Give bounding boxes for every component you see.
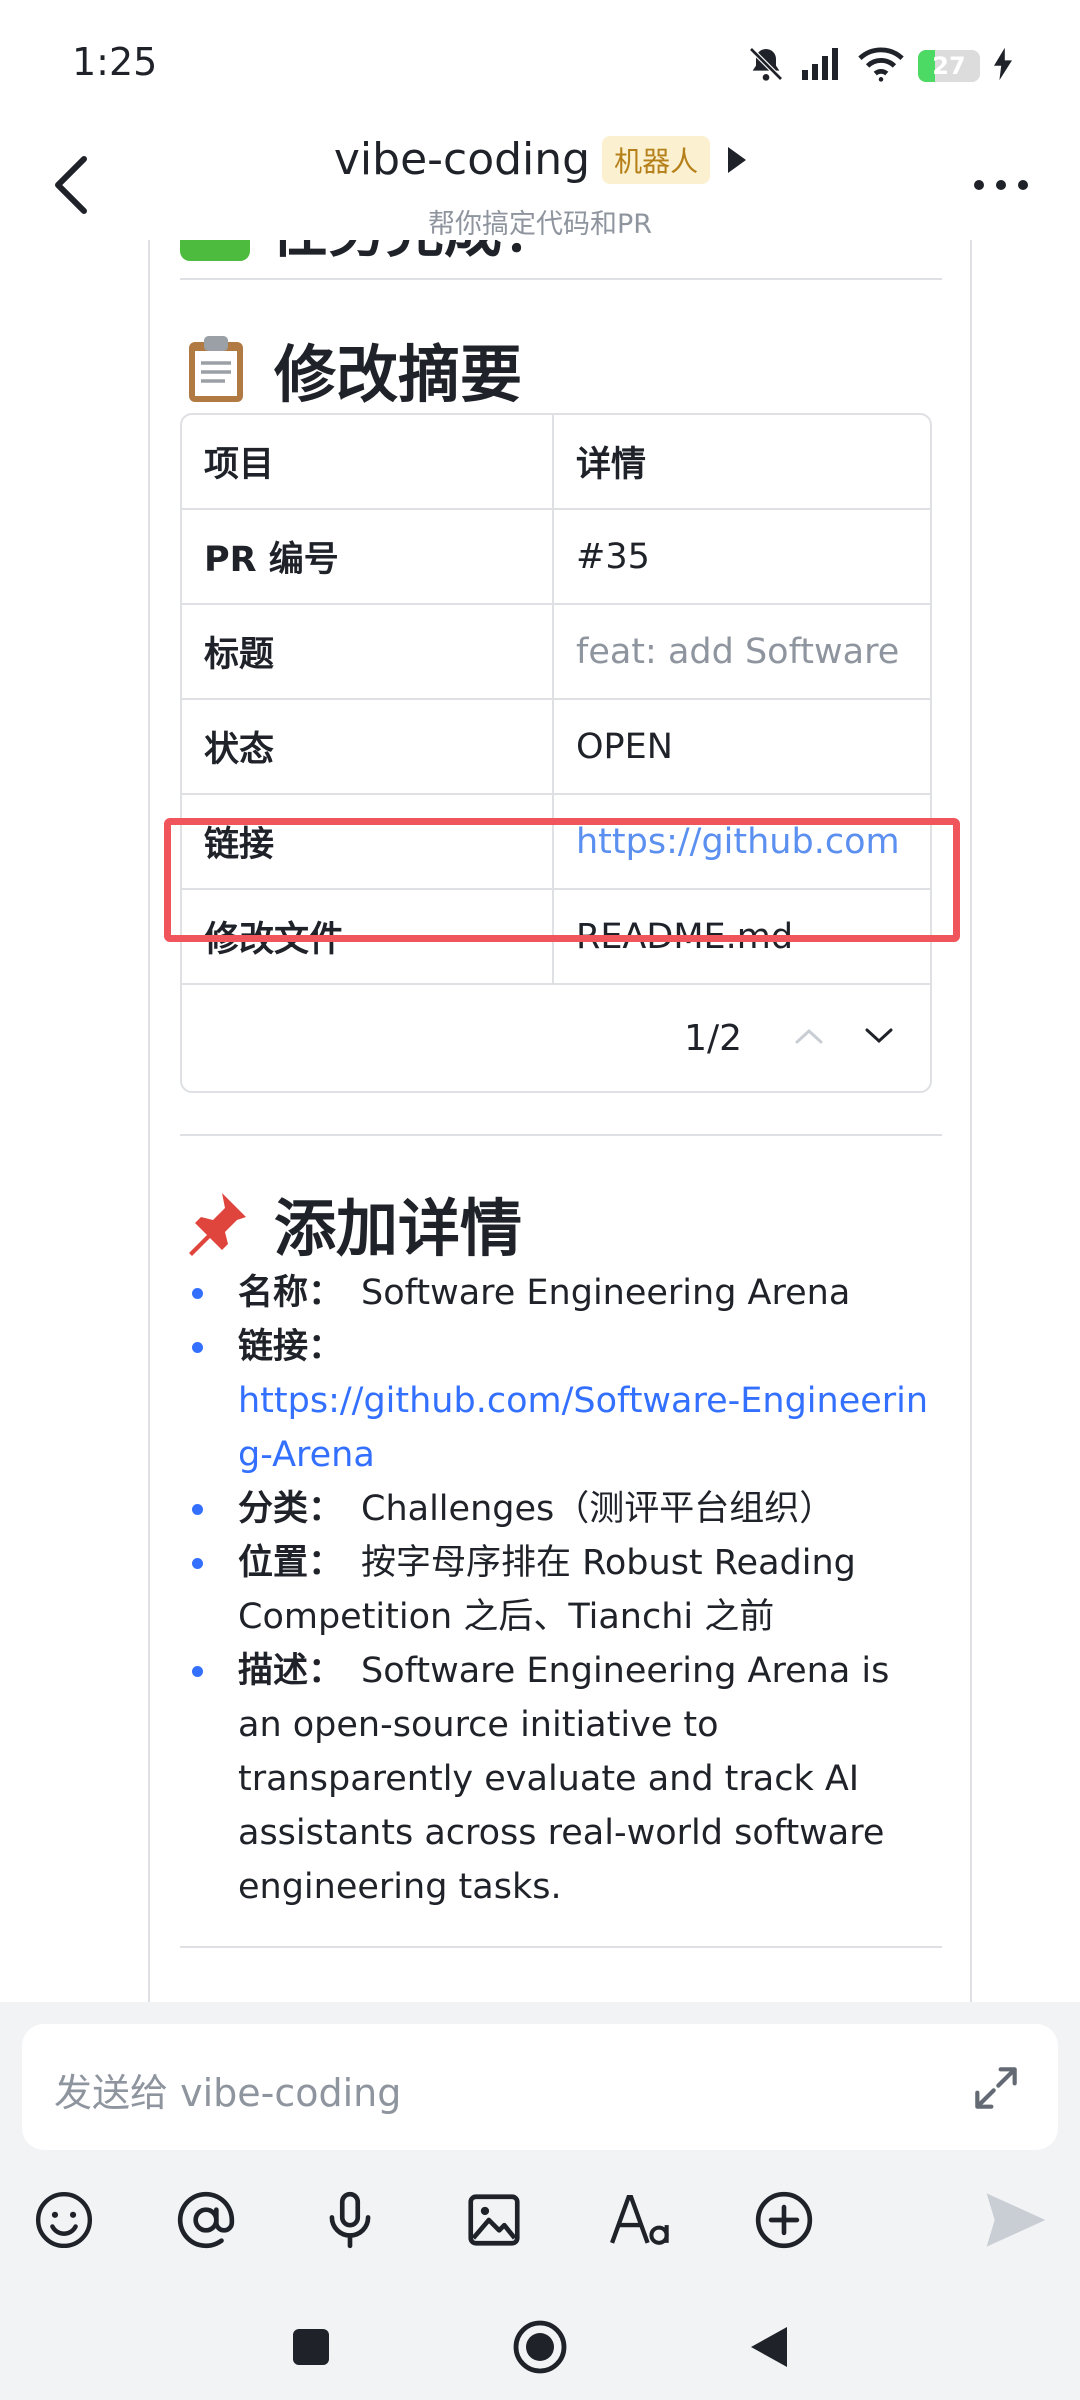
- chat-title-group[interactable]: vibe-coding 机器人: [0, 134, 1080, 185]
- highlight-box: [164, 818, 960, 942]
- table-value-cell: feat: add Software: [576, 631, 900, 672]
- summary-table: 项目 详情 PR 编号 #35 标题 feat: add Software 状态…: [180, 413, 932, 1093]
- list-item-key: 名称：: [238, 1273, 344, 1313]
- list-item: 描述： Software Engineering Arena is an open…: [180, 1644, 932, 1914]
- table-key-cell: 状态: [182, 700, 554, 793]
- message-list[interactable]: 任务完成！ 修改摘要 项目 详情 PR 编号 #35 标题: [0, 240, 1080, 2002]
- message-input-placeholder: 发送给 vibe-coding: [54, 2071, 402, 2115]
- details-heading: 添加详情: [180, 1178, 522, 1268]
- composer-toolbar: [0, 2180, 1080, 2270]
- image-button[interactable]: [458, 2180, 530, 2260]
- table-row: 标题 feat: add Software: [182, 605, 930, 700]
- home-circle-icon: [513, 2320, 567, 2374]
- table-key-cell: PR 编号: [182, 510, 554, 603]
- list-item: 名称： Software Engineering Arena: [180, 1266, 932, 1320]
- send-icon: [986, 2193, 1046, 2247]
- table-pager: 1/2: [182, 985, 930, 1091]
- text-format-icon: [610, 2194, 669, 2245]
- task-complete-text: 任务完成！: [270, 240, 560, 268]
- list-item-key: 位置：: [238, 1543, 344, 1583]
- chat-subtitle: 帮你搞定代码和PR: [427, 209, 653, 240]
- list-item-key: 描述：: [238, 1651, 344, 1691]
- system-nav-bar: [0, 2300, 1080, 2400]
- chevron-up-icon: [795, 1028, 823, 1044]
- list-item-key: 链接：: [238, 1327, 344, 1367]
- composer: 发送给 vibe-coding: [0, 2002, 1080, 2400]
- bot-badge: 机器人: [602, 135, 711, 184]
- table-value-cell: #35: [576, 536, 650, 577]
- voice-button[interactable]: [314, 2180, 386, 2260]
- task-complete-heading: 任务完成！: [180, 240, 560, 265]
- image-icon: [468, 2194, 520, 2246]
- table-row: 状态 OPEN: [182, 700, 930, 795]
- summary-heading: 修改摘要: [180, 324, 522, 414]
- page-indicator: 1/2: [684, 1017, 742, 1059]
- list-item-value: Software Engineering Arena: [361, 1273, 851, 1313]
- list-item: 位置： 按字母序排在 Robust Reading Competition 之后、…: [180, 1536, 932, 1644]
- table-value-cell: OPEN: [576, 726, 673, 767]
- signal-icon: [800, 46, 844, 86]
- send-button[interactable]: [980, 2180, 1052, 2260]
- chat-header: vibe-coding 机器人 帮你搞定代码和PR: [0, 130, 1080, 240]
- list-item-value: Challenges（测评平台组织）: [361, 1489, 835, 1529]
- more-button[interactable]: [966, 160, 1036, 210]
- chat-title: vibe-coding: [333, 134, 591, 185]
- play-arrow-icon: [728, 146, 747, 173]
- system-back-button[interactable]: [734, 2312, 804, 2382]
- recents-button[interactable]: [276, 2312, 346, 2382]
- check-mark-icon: [180, 240, 250, 261]
- pushpin-icon: [180, 1187, 252, 1259]
- wifi-icon: [858, 46, 904, 86]
- add-button[interactable]: [748, 2180, 820, 2260]
- divider: [180, 1134, 942, 1136]
- status-time: 1:25: [72, 40, 158, 84]
- page-up-button[interactable]: [794, 1026, 824, 1050]
- divider: [180, 278, 942, 280]
- square-icon: [293, 2329, 329, 2365]
- status-icons: 27: [746, 44, 1012, 88]
- list-item: 链接： https://github.com/Software-Engineeri…: [180, 1320, 932, 1482]
- message-input[interactable]: 发送给 vibe-coding: [22, 2024, 1058, 2150]
- table-key-cell: 标题: [182, 605, 554, 698]
- microphone-icon: [329, 2191, 371, 2249]
- details-list: 名称： Software Engineering Arena 链接： https:/…: [180, 1266, 932, 1914]
- bell-muted-icon: [746, 44, 786, 88]
- divider: [180, 1946, 942, 1948]
- status-bar: 1:25 27: [0, 0, 1080, 130]
- summary-heading-text: 修改摘要: [274, 338, 523, 411]
- plus-circle-icon: [755, 2191, 813, 2249]
- details-heading-text: 添加详情: [274, 1192, 523, 1265]
- list-item: 分类： Challenges（测评平台组织）: [180, 1482, 932, 1536]
- expand-icon[interactable]: [968, 2060, 1024, 2116]
- at-sign-icon: [177, 2191, 235, 2249]
- emoji-button[interactable]: [28, 2180, 100, 2260]
- list-item-key: 分类：: [238, 1489, 344, 1529]
- table-header-cell: 项目: [182, 415, 554, 508]
- table-header-cell: 详情: [576, 445, 647, 485]
- text-format-button[interactable]: [604, 2180, 676, 2260]
- message-card: 任务完成！ 修改摘要 项目 详情 PR 编号 #35 标题: [148, 240, 972, 2002]
- smiley-icon: [35, 2191, 93, 2249]
- more-dots-icon: [974, 180, 1028, 190]
- triangle-back-icon: [751, 2327, 787, 2367]
- mention-button[interactable]: [170, 2180, 242, 2260]
- clipboard-icon: [180, 333, 252, 405]
- org-link[interactable]: https://github.com/Software-Engineering-…: [238, 1381, 928, 1475]
- table-row: PR 编号 #35: [182, 510, 930, 605]
- home-button[interactable]: [505, 2312, 575, 2382]
- chevron-down-icon: [865, 1028, 893, 1044]
- battery-icon: 27: [918, 50, 980, 82]
- page-down-button[interactable]: [864, 1026, 894, 1050]
- battery-percent: 27: [932, 52, 966, 80]
- chat-screen: 1:25 27 vibe-coding 机器人 帮你搞定代码和PR 修改摘要 项…: [0, 0, 1080, 2400]
- table-header-row: 项目 详情: [182, 415, 930, 510]
- charging-icon: [994, 47, 1012, 85]
